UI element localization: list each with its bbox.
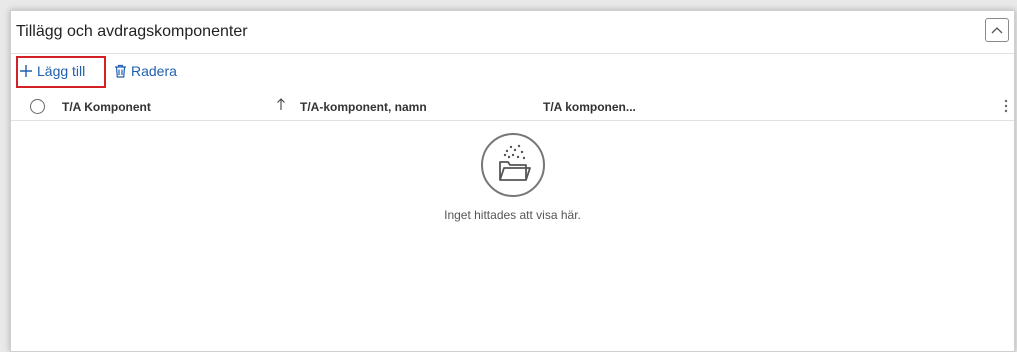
chevron-up-icon bbox=[991, 27, 1003, 34]
column-header-component[interactable]: T/A Komponent bbox=[62, 100, 151, 114]
components-panel: Tillägg och avdragskomponenter Lägg till… bbox=[10, 10, 1015, 352]
empty-folder-icon bbox=[480, 133, 545, 197]
delete-label: Radera bbox=[131, 63, 177, 79]
panel-header: Tillägg och avdragskomponenter bbox=[11, 11, 1014, 54]
delete-button[interactable]: Radera bbox=[114, 60, 177, 82]
trash-icon bbox=[115, 64, 126, 78]
column-header-component-type[interactable]: T/A komponen... bbox=[543, 100, 636, 114]
grid-header: T/A Komponent T/A-komponent, namn T/A ko… bbox=[11, 92, 1014, 121]
column-header-component-name[interactable]: T/A-komponent, namn bbox=[300, 100, 427, 114]
select-all-checkbox[interactable] bbox=[30, 99, 45, 114]
plus-icon bbox=[20, 65, 32, 77]
panel-title: Tillägg och avdragskomponenter bbox=[16, 23, 248, 40]
collapse-button[interactable] bbox=[985, 18, 1009, 42]
empty-message: Inget hittades att visa här. bbox=[444, 208, 581, 222]
add-label: Lägg till bbox=[37, 63, 86, 79]
action-toolbar: Lägg till Radera bbox=[11, 54, 1014, 90]
add-button[interactable]: Lägg till bbox=[19, 60, 85, 82]
more-vertical-icon[interactable] bbox=[1003, 98, 1009, 114]
empty-state: Inget hittades att visa här. bbox=[11, 132, 1014, 222]
arrow-up-icon[interactable] bbox=[276, 97, 286, 111]
